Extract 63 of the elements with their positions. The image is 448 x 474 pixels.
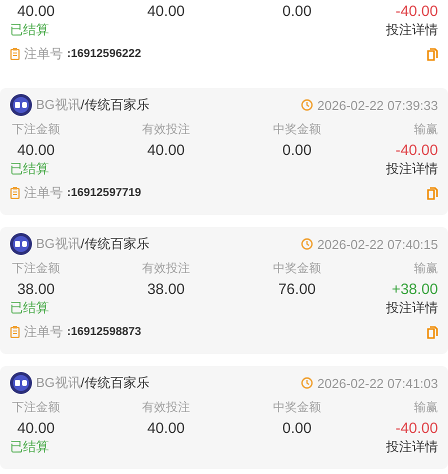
amount-value: 0.00 <box>281 3 313 21</box>
amount-value: 76.00 <box>277 281 317 299</box>
clock-icon <box>301 99 314 111</box>
column-label: 下注金额 <box>11 121 61 138</box>
clock-icon <box>301 238 314 250</box>
provider-name: BG视讯 <box>36 235 81 253</box>
status-text: 已结算 <box>10 160 49 177</box>
column-label: 中奖金额 <box>272 399 322 416</box>
order-label: 注单号 <box>24 323 63 341</box>
order-label: 注单号 <box>24 45 63 63</box>
amount-value: 40.00 <box>16 3 56 21</box>
profit-value: +38.00 <box>390 281 438 299</box>
bet-time: 2026-02-22 07:41:03 <box>317 376 438 390</box>
column-label: 有效投注 <box>141 260 191 277</box>
column-label: 输赢 <box>413 399 438 416</box>
column-label: 下注金额 <box>11 399 61 416</box>
clipboard-icon <box>10 326 20 338</box>
profit-value: -40.00 <box>394 3 438 21</box>
order-number: :16912597719 <box>67 187 142 199</box>
game-name: /传统百家乐 <box>80 96 150 114</box>
bet-detail-link[interactable]: 投注详情 <box>386 21 438 38</box>
game-name: /传统百家乐 <box>80 235 150 253</box>
provider-logo-icon <box>10 94 32 116</box>
bet-detail-link[interactable]: 投注详情 <box>386 438 438 455</box>
amount-value: 40.00 <box>146 3 186 21</box>
clipboard-icon <box>10 187 20 199</box>
column-label: 输赢 <box>413 121 438 138</box>
order-number: :16912598873 <box>67 326 142 338</box>
clock-icon <box>301 377 314 389</box>
column-label: 中奖金额 <box>272 121 322 138</box>
provider-logo-icon <box>10 233 32 255</box>
copy-icon[interactable] <box>427 326 438 338</box>
game-name: /传统百家乐 <box>80 374 150 392</box>
column-label: 下注金额 <box>11 260 61 277</box>
column-label: 有效投注 <box>141 121 191 138</box>
status-text: 已结算 <box>10 299 49 316</box>
amount-value: 0.00 <box>281 420 313 438</box>
provider-name: BG视讯 <box>36 96 81 114</box>
provider-name: BG视讯 <box>36 374 81 392</box>
bet-detail-link[interactable]: 投注详情 <box>386 160 438 177</box>
column-label: 有效投注 <box>141 399 191 416</box>
amount-value: 40.00 <box>16 142 56 160</box>
column-label: 中奖金额 <box>272 260 322 277</box>
amount-value: 38.00 <box>146 281 186 299</box>
amount-value: 40.00 <box>146 142 186 160</box>
profit-value: -40.00 <box>394 142 438 160</box>
amount-value: 40.00 <box>146 420 186 438</box>
provider-logo-icon <box>10 372 32 394</box>
profit-value: -40.00 <box>394 420 438 438</box>
copy-icon[interactable] <box>427 48 438 60</box>
amount-value: 0.00 <box>281 142 313 160</box>
clipboard-icon <box>10 48 20 60</box>
bet-detail-link[interactable]: 投注详情 <box>386 299 438 316</box>
amount-value: 40.00 <box>16 420 56 438</box>
copy-icon[interactable] <box>427 186 438 200</box>
status-text: 已结算 <box>10 21 49 38</box>
bet-time: 2026-02-22 07:40:15 <box>317 236 438 252</box>
order-label: 注单号 <box>24 184 63 202</box>
bet-time: 2026-02-22 07:39:33 <box>317 98 438 112</box>
column-label: 输赢 <box>413 260 438 277</box>
order-number: :16912596222 <box>67 48 142 60</box>
status-text: 已结算 <box>10 438 49 455</box>
amount-value: 38.00 <box>16 281 56 299</box>
